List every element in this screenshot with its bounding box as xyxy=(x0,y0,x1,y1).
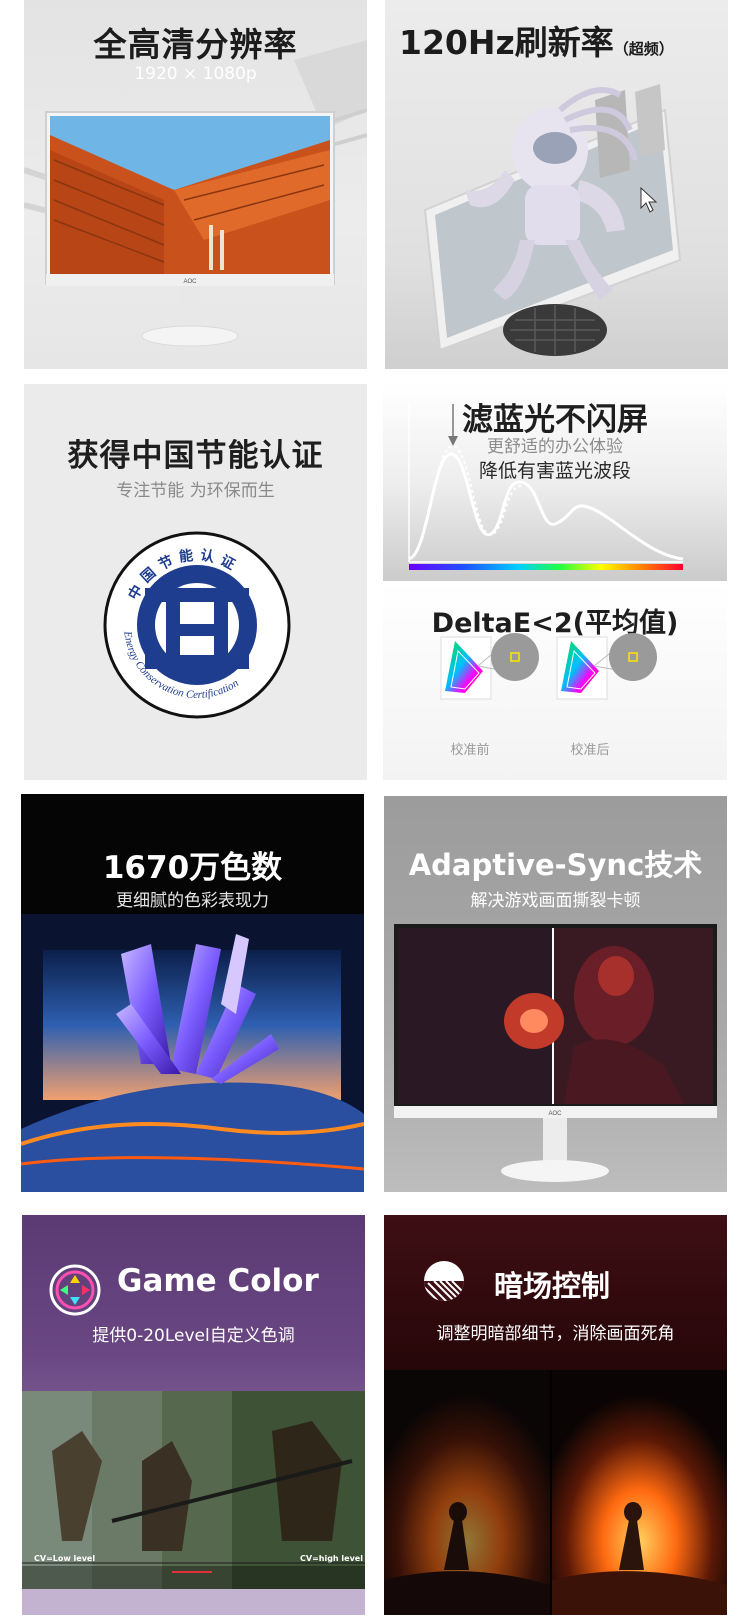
tile-title: Game Color xyxy=(117,1263,319,1299)
after-label: 校准后 xyxy=(570,743,610,758)
tile-blue-light-filter: 滤蓝光不闪屏 更舒适的办公体验 降低有害蓝光波段 xyxy=(383,384,727,581)
tile-subtitle: 专注节能 为环保而生 xyxy=(116,481,275,501)
tile-color-count: 1670万色数 更细腻的色彩表现力 xyxy=(21,794,364,1192)
cv-low-label: CV=Low level xyxy=(34,1554,96,1563)
crystal-landscape-illustration xyxy=(21,914,364,1192)
tile-subtitle: 更细腻的色彩表现力 xyxy=(116,891,269,911)
tile-energy-certification: 获得中国节能认证 专注节能 为环保而生 中国节能认证 Energy Conser… xyxy=(24,384,367,780)
blue-light-spectrum-chart xyxy=(408,404,684,570)
gaming-monitor-illustration: AOC xyxy=(394,924,717,1182)
before-label: 校准前 xyxy=(450,743,490,758)
game-color-icon xyxy=(49,1264,101,1316)
brand-logo: AOC xyxy=(548,1111,562,1117)
tile-title: 获得中国节能认证 xyxy=(67,438,324,474)
fire-scene-comparison xyxy=(384,1370,727,1615)
monitor-illustration: AOC xyxy=(24,40,367,347)
gamut-after-chart xyxy=(556,633,657,700)
cv-high-label: CV=high level xyxy=(300,1554,363,1563)
tile-title: 1670万色数 xyxy=(102,850,283,886)
gamut-before-chart xyxy=(440,633,539,700)
tile-adaptive-sync: Adaptive-Sync技术 解决游戏画面撕裂卡顿 AOC xyxy=(384,796,727,1192)
soldier-comparison-illustration xyxy=(22,1391,365,1615)
astronaut-monitor-illustration xyxy=(423,84,682,356)
shadow-control-icon xyxy=(424,1261,464,1301)
tile-shadow-control: 暗场控制 调整明暗部细节，消除画面死角 xyxy=(384,1215,727,1615)
brand-logo: AOC xyxy=(183,279,197,285)
tile-delta-e: DeltaE<2(平均值) 校准前 校准后 xyxy=(383,581,727,780)
tile-title: 暗场控制 xyxy=(494,1269,611,1303)
tile-game-color: Game Color 提供0-20Level自定义色调 CV=Low level… xyxy=(22,1215,365,1615)
tile-subtitle: 调整明暗部细节，消除画面死角 xyxy=(436,1324,675,1344)
tile-refresh-rate: 120Hz刷新率（超频） xyxy=(385,0,728,369)
tile-subtitle: 提供0-20Level自定义色调 xyxy=(92,1326,295,1346)
tile-full-hd: 全高清分辨率 1920 × 1080p AOC xyxy=(24,0,367,369)
energy-seal-icon: 中国节能认证 Energy Conservation Certification xyxy=(103,531,291,719)
